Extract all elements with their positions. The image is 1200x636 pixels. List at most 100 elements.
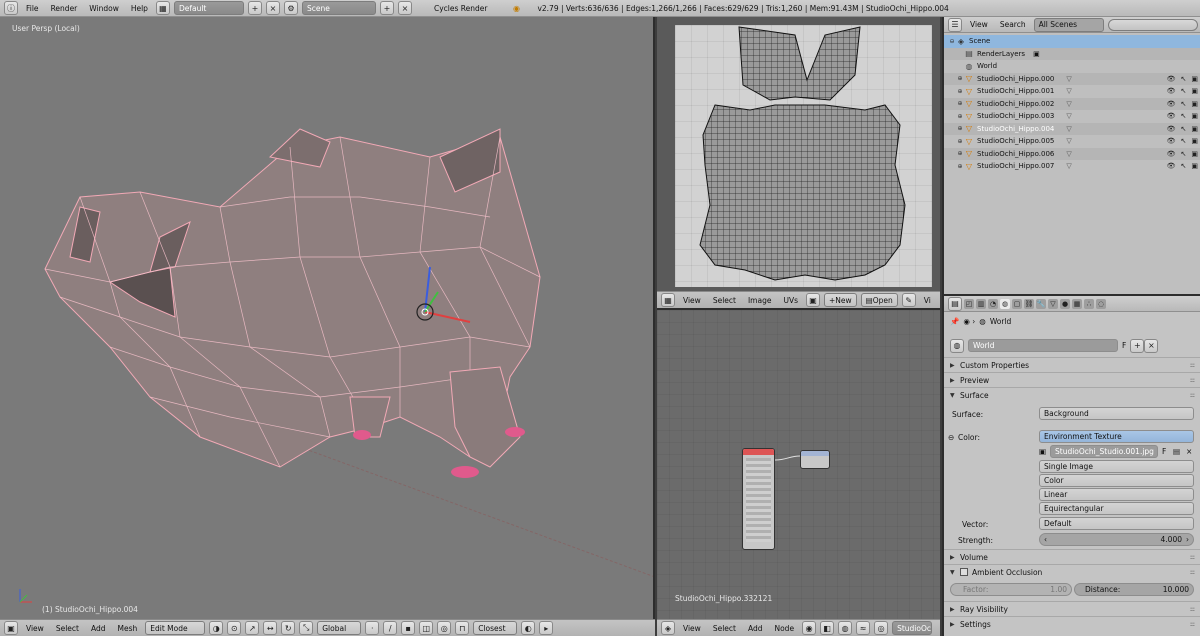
outliner-display-mode[interactable]: All Scenes (1033, 17, 1104, 32)
panel-settings[interactable]: ▶ Settings:::: (944, 616, 1200, 631)
outliner-item-name[interactable]: StudioOchi_Hippo.002 (977, 100, 1054, 108)
snap-target-selector[interactable]: Closest (473, 621, 518, 635)
render-engine-selector[interactable]: Cycles Render (430, 4, 492, 13)
texture-tab-icon[interactable]: ▦ (1072, 298, 1082, 309)
object-tab-icon[interactable]: ▢ (1012, 298, 1022, 309)
manipulator-icon[interactable]: ↗ (245, 621, 260, 635)
object-shader-icon[interactable]: ◧ (820, 621, 835, 635)
mesh-data-icon[interactable]: ▽ (1066, 150, 1071, 158)
uv-menu-view-truncated[interactable]: Vi (920, 296, 935, 305)
outliner-item-name[interactable]: StudioOchi_Hippo.004 (977, 125, 1054, 133)
selectability-cursor-icon[interactable]: ↖ (1181, 150, 1187, 158)
drag-handle-icon[interactable]: :::: (1190, 392, 1195, 399)
outliner-item-name[interactable]: World (977, 62, 997, 70)
browse-world-datablock-icon[interactable]: ◍ (950, 338, 964, 353)
uv-menu-view[interactable]: View (679, 296, 705, 305)
material-tab-icon[interactable]: ● (1060, 298, 1070, 309)
panel-preview[interactable]: ▶ Preview:::: (944, 372, 1200, 387)
outliner-item[interactable]: ⊕ ▽ StudioOchi_Hippo.005 ▽ 👁 ↖ ▣ (944, 135, 1200, 148)
info-editor-icon[interactable]: ⓘ (4, 1, 18, 15)
new-image-button[interactable]: + New (823, 293, 857, 307)
scene-selector[interactable]: Scene (301, 1, 376, 15)
scene-tab-icon[interactable]: ◔ (988, 298, 998, 309)
mesh-data-icon[interactable]: ▽ (1066, 137, 1071, 145)
expand-toggle-icon[interactable]: ⊕ (956, 75, 964, 82)
menu-window[interactable]: Window (85, 4, 123, 13)
mesh-data-icon[interactable]: ▽ (1066, 100, 1071, 108)
outliner-item[interactable]: ⊕ ▽ StudioOchi_Hippo.001 ▽ 👁 ↖ ▣ (944, 85, 1200, 98)
browse-world-icon[interactable]: ◎ (874, 621, 889, 635)
surface-shader-field[interactable]: Background (1039, 407, 1194, 420)
outliner-item[interactable]: ⊕ ▽ StudioOchi_Hippo.006 ▽ 👁 ↖ ▣ (944, 147, 1200, 160)
expand-toggle-icon[interactable]: ⊕ (956, 163, 964, 170)
mesh-data-icon[interactable]: ▽ (1066, 125, 1071, 133)
render-camera-icon[interactable]: ▣ (1191, 150, 1198, 158)
editor-type-3d-icon[interactable]: ▣ (4, 621, 18, 635)
unlink-world-icon[interactable]: × (1144, 338, 1159, 353)
expand-toggle-icon[interactable]: ⊕ (956, 88, 964, 95)
menu-select[interactable]: Select (52, 624, 83, 633)
drag-handle-icon[interactable]: :::: (1190, 606, 1195, 613)
panel-volume[interactable]: ▶ Volume:::: (944, 549, 1200, 564)
expand-toggle-icon[interactable]: ⊕ (956, 150, 964, 157)
outliner-search-input[interactable] (1107, 18, 1198, 31)
orientation-selector[interactable]: Global (317, 621, 362, 635)
shading-icon[interactable]: ◑ (209, 621, 224, 635)
vector-input-field[interactable]: Default (1039, 517, 1194, 530)
ao-factor-field[interactable]: Factor: 1.00 (950, 583, 1072, 596)
selectability-cursor-icon[interactable]: ↖ (1181, 112, 1187, 120)
uv-menu-select[interactable]: Select (709, 296, 740, 305)
rotate-icon[interactable]: ↻ (281, 621, 296, 635)
visibility-eye-icon[interactable]: 👁 (1167, 87, 1176, 95)
mesh-data-icon[interactable]: ▽ (1066, 112, 1071, 120)
world-tab-icon[interactable]: ◍ (1000, 298, 1010, 309)
edge-select-icon[interactable]: / (383, 621, 398, 635)
drag-handle-icon[interactable]: :::: (1190, 554, 1195, 561)
image-source-dropdown[interactable]: Single Image (1039, 460, 1194, 473)
screen-layout-icon[interactable]: ▦ (155, 1, 170, 15)
scene-icon[interactable]: ⚙ (283, 1, 298, 15)
outliner-item[interactable]: ▤ RenderLayers ▣ (944, 47, 1200, 60)
render-icon[interactable]: ◐ (521, 621, 536, 635)
outliner-item-name[interactable]: Scene (969, 37, 990, 45)
world-datablock-field[interactable]: StudioOchi (892, 621, 933, 635)
vertex-select-icon[interactable]: · (365, 621, 380, 635)
outliner-item[interactable]: ⊕ ▽ StudioOchi_Hippo.002 ▽ 👁 ↖ ▣ (944, 97, 1200, 110)
render-camera-icon[interactable]: ▣ (1191, 112, 1198, 120)
render-tab-icon[interactable]: ◰ (964, 298, 974, 309)
face-select-icon[interactable]: ▪ (401, 621, 416, 635)
drag-handle-icon[interactable]: :::: (1190, 377, 1195, 384)
visibility-eye-icon[interactable]: 👁 (1167, 100, 1176, 108)
strength-slider[interactable]: ‹ 4.000 › (1039, 533, 1194, 546)
ao-distance-field[interactable]: Distance: 10.000 (1074, 583, 1194, 596)
visibility-eye-icon[interactable]: 👁 (1167, 137, 1176, 145)
image-fake-user-button[interactable]: F (1162, 447, 1166, 456)
pin-icon[interactable]: ✎ (901, 293, 916, 307)
expand-toggle-icon[interactable]: ⊕ (956, 113, 964, 120)
decrement-arrow-icon[interactable]: ‹ (1044, 535, 1047, 544)
editor-type-properties-icon[interactable]: ▤ (948, 296, 962, 311)
snap-magnet-icon[interactable]: ⊓ (455, 621, 470, 635)
mode-selector[interactable]: Edit Mode (145, 621, 206, 635)
editor-type-node-icon[interactable]: ◈ (661, 621, 675, 635)
translate-icon[interactable]: ↔ (263, 621, 278, 635)
node-menu-select[interactable]: Select (709, 624, 740, 633)
drag-handle-icon[interactable]: :::: (1190, 362, 1195, 369)
add-scene-icon[interactable]: + (379, 1, 394, 15)
outliner-item-name[interactable]: StudioOchi_Hippo.003 (977, 112, 1054, 120)
outliner-item-name[interactable]: StudioOchi_Hippo.007 (977, 162, 1054, 170)
outliner-item-name[interactable]: StudioOchi_Hippo.005 (977, 137, 1054, 145)
node-menu-add[interactable]: Add (744, 624, 767, 633)
camera-icon[interactable]: ▸ (539, 621, 554, 635)
expand-toggle-icon[interactable]: ⊕ (956, 125, 964, 132)
outliner-item-name[interactable]: RenderLayers (977, 50, 1025, 58)
render-camera-icon[interactable]: ▣ (1191, 75, 1198, 83)
uv-menu-uvs[interactable]: UVs (779, 296, 802, 305)
data-tab-icon[interactable]: ▽ (1048, 298, 1058, 309)
outliner-menu-search[interactable]: Search (996, 20, 1030, 29)
node-editor[interactable]: StudioOchi_Hippo.332121 (657, 308, 940, 619)
color-space-dropdown[interactable]: Color (1039, 474, 1194, 487)
visibility-eye-icon[interactable]: 👁 (1167, 125, 1176, 133)
shader-tree-icon[interactable]: ◉ (802, 621, 817, 635)
selectability-cursor-icon[interactable]: ↖ (1181, 75, 1187, 83)
